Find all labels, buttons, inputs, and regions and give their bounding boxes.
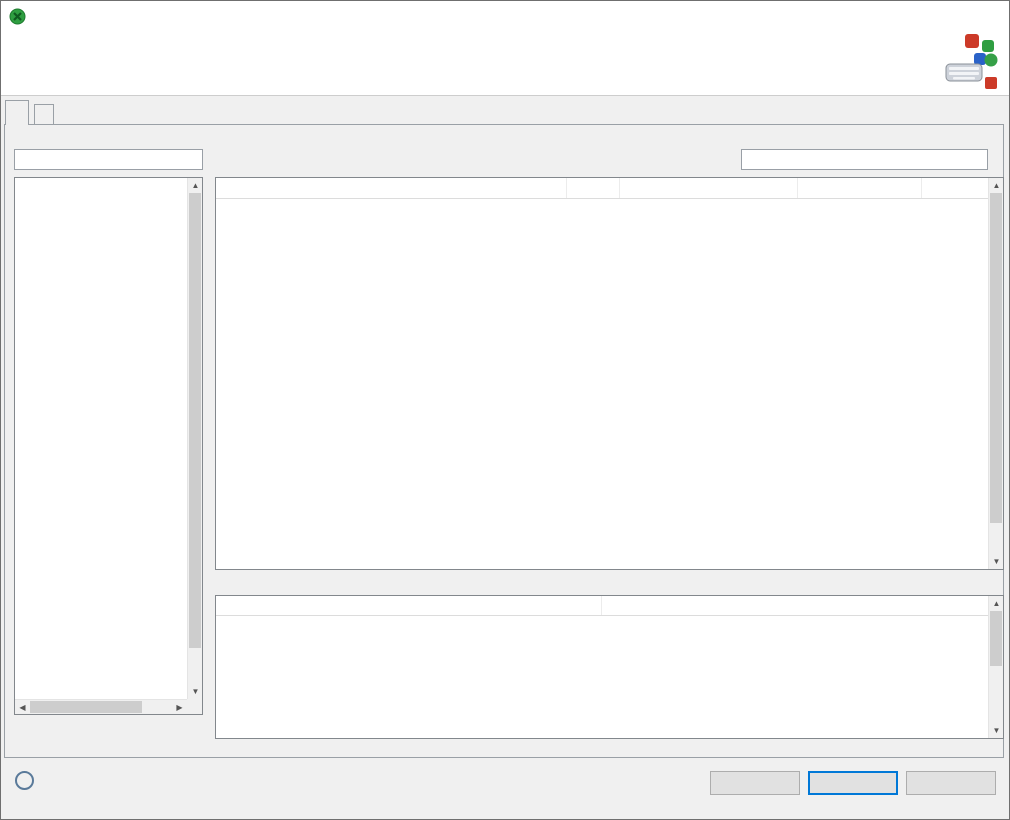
parameters-vertical-scrollbar[interactable]: ▲ ▼	[988, 596, 1003, 738]
titlebar	[1, 1, 1009, 31]
tab-code[interactable]	[34, 104, 54, 125]
app-icon	[9, 8, 26, 25]
rules-table-body	[216, 199, 988, 569]
scroll-down-icon[interactable]: ▼	[989, 723, 1004, 738]
ok-button[interactable]	[808, 771, 898, 795]
rules-table-header	[216, 178, 988, 199]
parameters-table: ▲ ▼	[215, 595, 1004, 739]
scroll-left-icon[interactable]: ◀	[15, 700, 30, 715]
dialog-banner	[1, 31, 1009, 96]
active-rules-filter-input[interactable]	[741, 149, 988, 170]
scrollbar-corner	[187, 699, 202, 714]
minimize-button[interactable]	[871, 1, 917, 31]
available-rules-tree: ▲ ▼ ◀ ▶	[14, 177, 203, 715]
parameters-table-header	[216, 596, 988, 616]
scroll-up-icon[interactable]: ▲	[989, 178, 1004, 193]
active-rules-table: ▲ ▼	[215, 177, 1004, 570]
column-header-input-fields[interactable]	[620, 178, 798, 198]
apply-button[interactable]	[710, 771, 800, 795]
tab-rules[interactable]	[5, 100, 29, 125]
scroll-up-icon[interactable]: ▲	[989, 596, 1004, 611]
scroll-down-icon[interactable]: ▼	[188, 684, 203, 699]
scrollbar-thumb[interactable]	[189, 193, 201, 648]
tree-vertical-scrollbar[interactable]: ▲ ▼	[187, 178, 202, 699]
scrollbar-thumb[interactable]	[990, 611, 1002, 666]
available-rules-filter-input[interactable]	[14, 149, 203, 170]
maximize-button[interactable]	[917, 1, 963, 31]
dialog-footer	[1, 758, 1009, 819]
validator-window: ▲ ▼ ◀ ▶	[0, 0, 1010, 820]
column-header-output-field[interactable]	[798, 178, 922, 198]
custom-rule-row	[9, 739, 12, 759]
scrollbar-thumb[interactable]	[30, 701, 142, 713]
parameters-table-body	[216, 616, 988, 738]
close-button[interactable]	[963, 1, 1009, 31]
scroll-down-icon[interactable]: ▼	[989, 554, 1004, 569]
column-header-enabled[interactable]	[922, 178, 988, 198]
rules-tab-page: ▲ ▼ ◀ ▶	[4, 124, 1004, 758]
rules-vertical-scrollbar[interactable]: ▲ ▼	[988, 178, 1003, 569]
scroll-right-icon[interactable]: ▶	[172, 700, 187, 715]
tab-bar	[5, 100, 56, 125]
help-icon[interactable]	[15, 771, 34, 790]
clover-logo-icon	[945, 33, 999, 94]
scrollbar-thumb[interactable]	[990, 193, 1002, 523]
column-header-parameter[interactable]	[216, 596, 602, 615]
tree-view	[15, 179, 187, 699]
scroll-up-icon[interactable]: ▲	[188, 178, 203, 193]
column-header-value[interactable]	[602, 596, 988, 615]
tree-horizontal-scrollbar[interactable]: ◀ ▶	[15, 699, 187, 714]
cancel-button[interactable]	[906, 771, 996, 795]
column-header-name[interactable]	[216, 178, 567, 198]
column-header-operation[interactable]	[567, 178, 620, 198]
